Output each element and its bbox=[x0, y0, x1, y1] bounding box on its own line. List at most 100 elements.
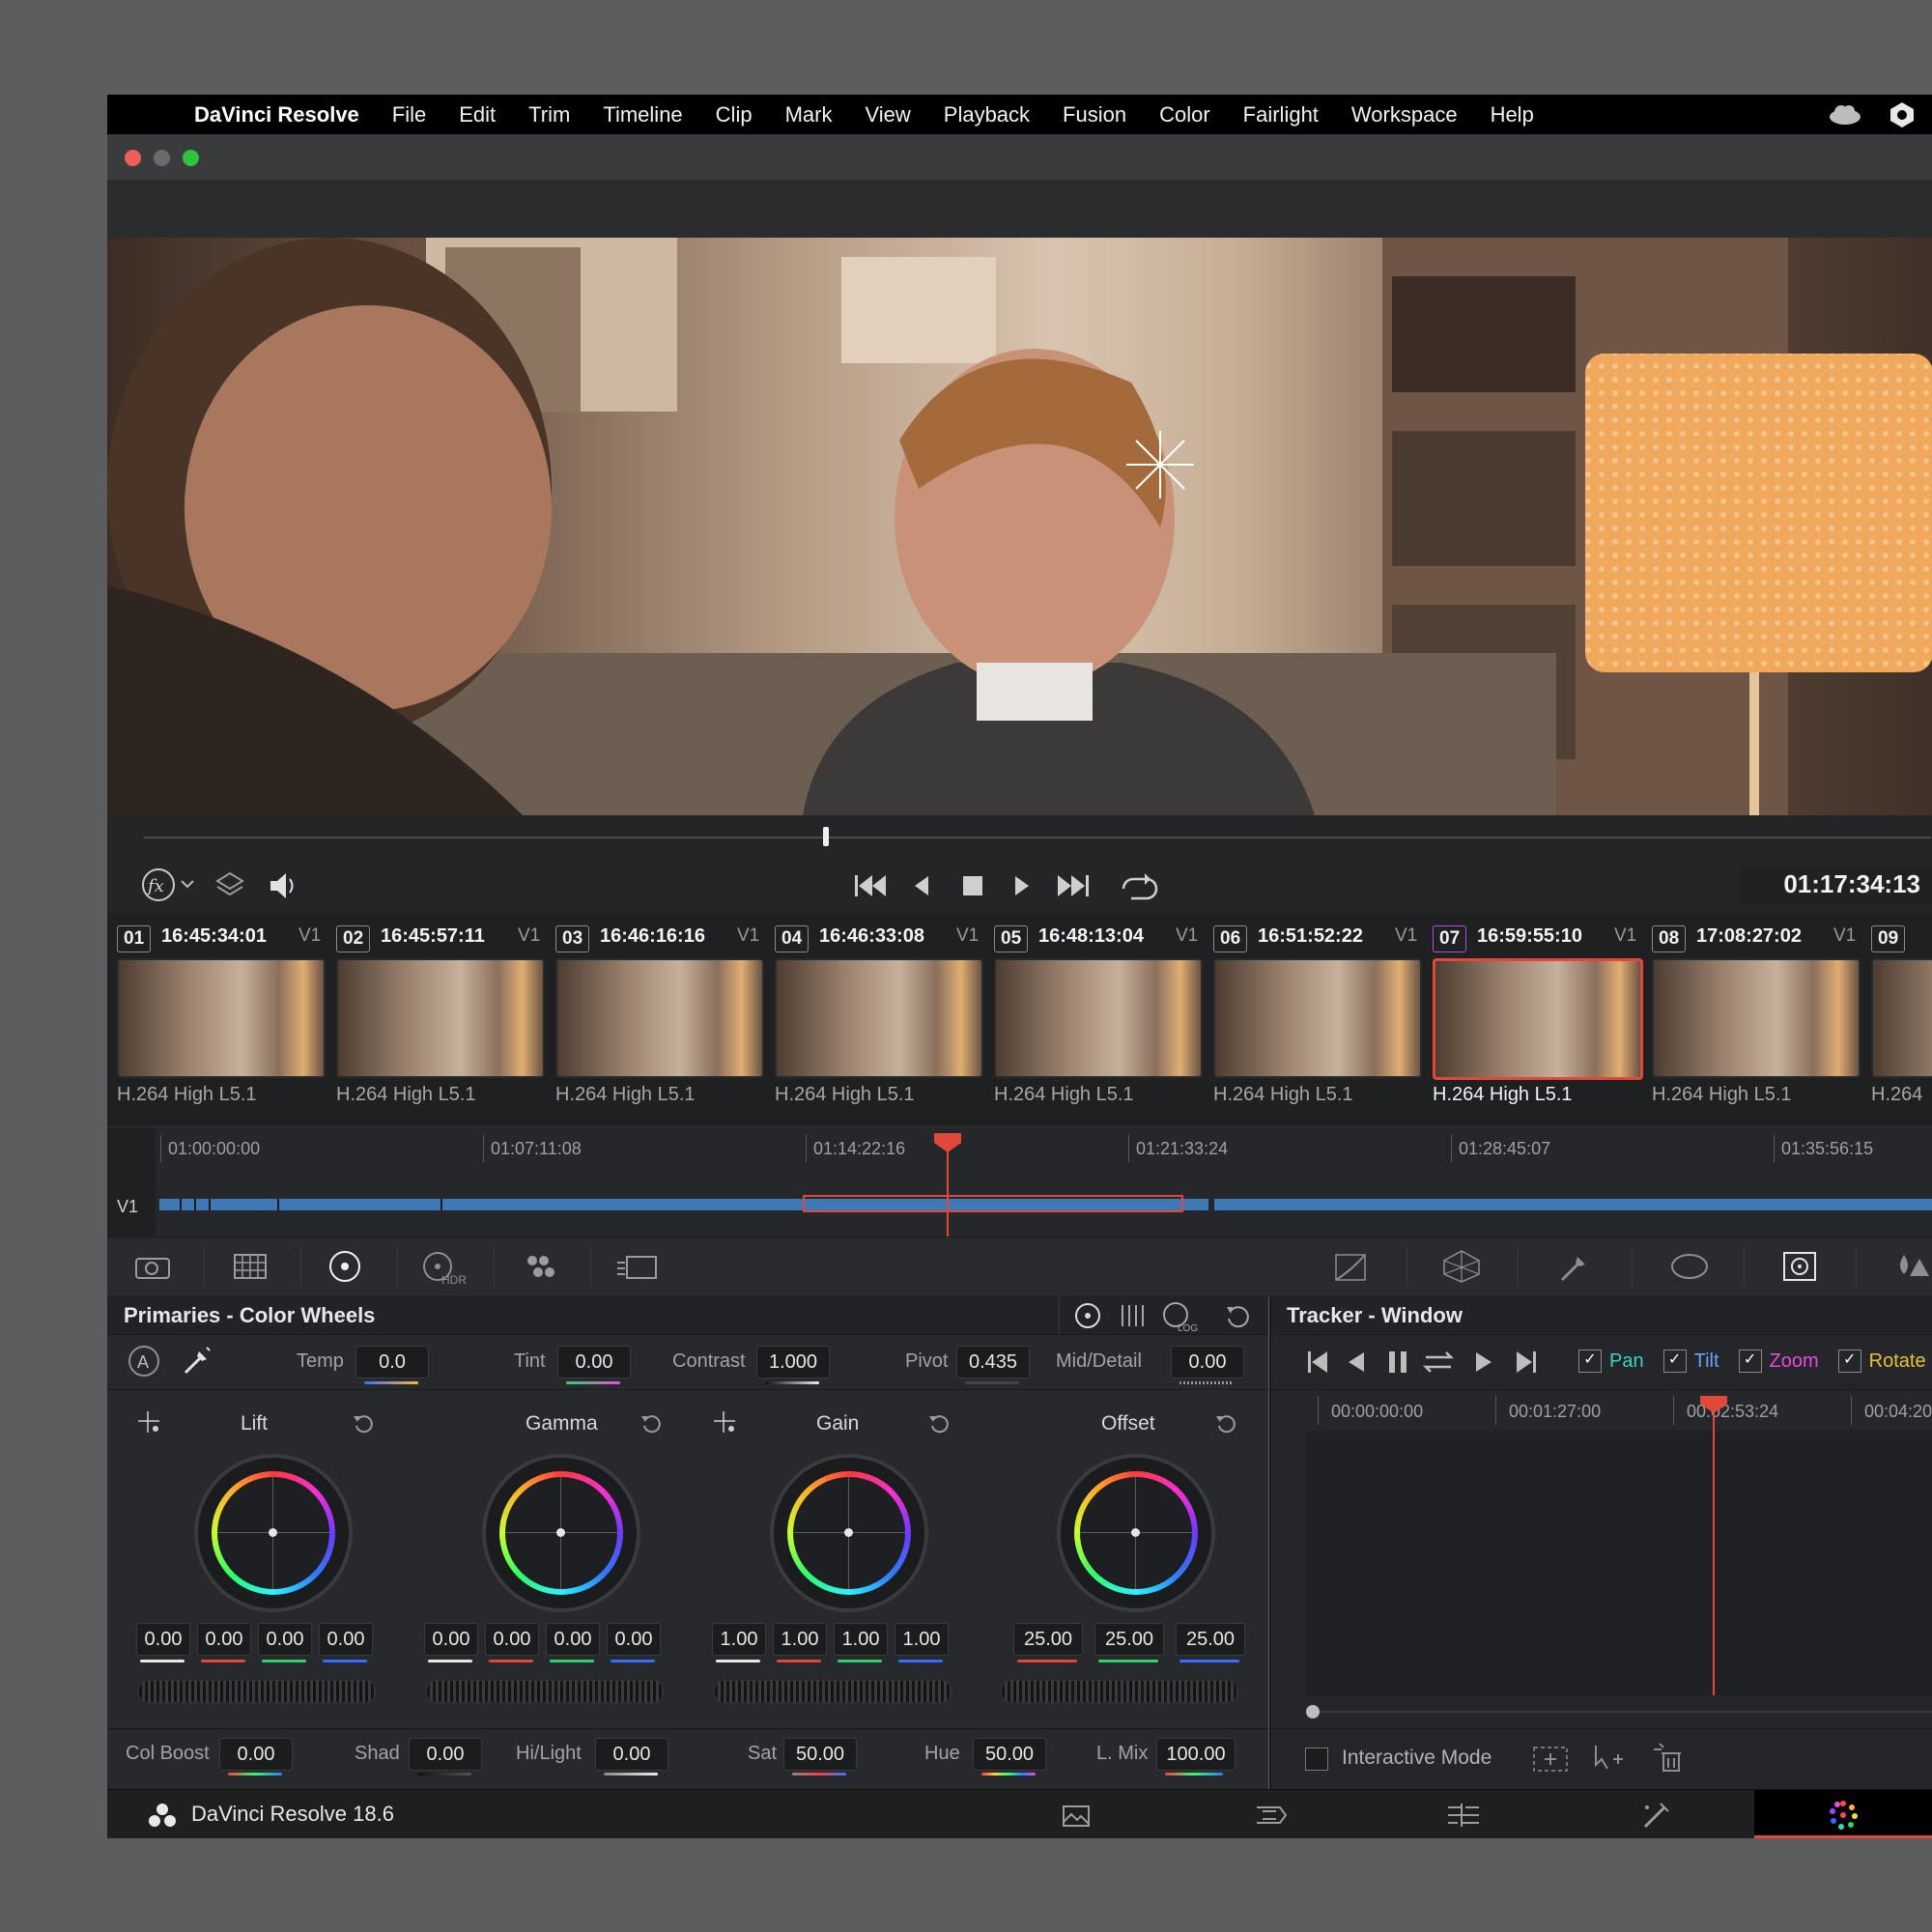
menu-timeline[interactable]: Timeline bbox=[603, 102, 682, 128]
tracker-icon[interactable] bbox=[1780, 1249, 1819, 1284]
middetail-field[interactable]: 0.00 bbox=[1171, 1346, 1244, 1378]
menu-fusion[interactable]: Fusion bbox=[1063, 102, 1126, 128]
gain-value-field[interactable]: 1.00 bbox=[712, 1623, 766, 1656]
wheels-mode-icon[interactable] bbox=[1073, 1301, 1106, 1330]
log-wheels-icon[interactable]: LOG bbox=[1160, 1299, 1199, 1334]
reverse-play-icon[interactable] bbox=[915, 876, 928, 895]
hdr-wheels-icon[interactable]: HDR bbox=[422, 1249, 470, 1287]
gamma-value-field[interactable]: 0.00 bbox=[546, 1623, 600, 1656]
maximize-window-button[interactable] bbox=[183, 150, 199, 166]
gain-color-wheel[interactable] bbox=[774, 1458, 924, 1608]
track-to-start-icon[interactable] bbox=[1308, 1351, 1327, 1373]
menu-color[interactable]: Color bbox=[1159, 102, 1210, 128]
lift-color-wheel[interactable] bbox=[198, 1458, 349, 1608]
auto-balance-button[interactable]: A bbox=[127, 1344, 161, 1378]
stop-icon[interactable] bbox=[963, 876, 982, 895]
gain-picker-icon[interactable] bbox=[712, 1409, 741, 1438]
track-to-end-icon[interactable] bbox=[1517, 1351, 1536, 1373]
offset-reset-icon[interactable] bbox=[1214, 1411, 1239, 1436]
gain-value-field[interactable]: 1.00 bbox=[773, 1623, 827, 1656]
menu-file[interactable]: File bbox=[392, 102, 426, 128]
offset-value-field[interactable]: 25.00 bbox=[1094, 1623, 1164, 1656]
lift-value-field[interactable]: 0.00 bbox=[136, 1623, 190, 1656]
fx-icon[interactable]: fx bbox=[141, 866, 218, 904]
fusion-page-icon[interactable] bbox=[1639, 1800, 1672, 1831]
hilight-field[interactable]: 0.00 bbox=[595, 1738, 668, 1771]
set-point-icon[interactable] bbox=[1590, 1742, 1625, 1775]
track-pause-icon[interactable] bbox=[1389, 1351, 1406, 1373]
clip-thumbnail-image[interactable] bbox=[994, 958, 1203, 1078]
lift-master-wheel[interactable] bbox=[138, 1680, 376, 1703]
menu-help[interactable]: Help bbox=[1491, 102, 1534, 128]
jump-to-end-icon[interactable] bbox=[1058, 875, 1089, 896]
video-viewer[interactable] bbox=[107, 238, 1932, 815]
pan-checkbox[interactable]: ✓ bbox=[1578, 1350, 1602, 1373]
menu-trim[interactable]: Trim bbox=[528, 102, 570, 128]
media-page-icon[interactable] bbox=[1061, 1802, 1092, 1829]
clip-thumbnail-image[interactable] bbox=[1871, 958, 1932, 1078]
rgb-mixer-icon[interactable] bbox=[521, 1251, 559, 1282]
lift-value-field[interactable]: 0.00 bbox=[197, 1623, 251, 1656]
offset-color-wheel[interactable] bbox=[1061, 1458, 1211, 1608]
speaker-icon[interactable] bbox=[267, 869, 299, 902]
clip-thumbnail-image[interactable] bbox=[1433, 958, 1643, 1080]
offset-master-wheel[interactable] bbox=[1001, 1680, 1238, 1703]
layers-icon[interactable] bbox=[213, 869, 246, 902]
gamma-value-field[interactable]: 0.00 bbox=[424, 1623, 478, 1656]
color-match-icon[interactable] bbox=[231, 1251, 270, 1282]
color-warper-icon[interactable] bbox=[1442, 1249, 1481, 1284]
tilt-checkbox[interactable]: ✓ bbox=[1662, 1350, 1687, 1373]
clip-thumbnail-image[interactable] bbox=[1213, 958, 1422, 1078]
tracker-zoom-handle[interactable] bbox=[1306, 1705, 1320, 1719]
delete-points-icon[interactable] bbox=[1650, 1740, 1685, 1775]
window-icon[interactable] bbox=[1668, 1251, 1711, 1282]
contrast-field[interactable]: 1.000 bbox=[756, 1346, 830, 1378]
lift-value-field[interactable]: 0.00 bbox=[258, 1623, 312, 1656]
tracker-crosshair[interactable] bbox=[1126, 431, 1194, 498]
gain-master-wheel[interactable] bbox=[714, 1680, 952, 1703]
offset-value-field[interactable]: 25.00 bbox=[1013, 1623, 1083, 1656]
sat-field[interactable]: 50.00 bbox=[783, 1738, 857, 1771]
motion-effects-icon[interactable] bbox=[617, 1251, 660, 1282]
gamma-reset-icon[interactable] bbox=[639, 1411, 665, 1436]
lift-wheel-puck[interactable] bbox=[269, 1528, 277, 1537]
menu-edit[interactable]: Edit bbox=[459, 102, 496, 128]
tracker-graph[interactable]: 00:00:00:00 00:01:27:00 00:02:53:24 00:04:2… bbox=[1306, 1392, 1932, 1695]
gain-wheel-puck[interactable] bbox=[844, 1528, 853, 1537]
temp-field[interactable]: 0.0 bbox=[355, 1346, 429, 1378]
interactive-mode-checkbox[interactable] bbox=[1305, 1747, 1328, 1771]
menu-fairlight[interactable]: Fairlight bbox=[1243, 102, 1319, 128]
lift-picker-icon[interactable] bbox=[136, 1409, 165, 1438]
color-wheels-icon[interactable] bbox=[327, 1249, 362, 1284]
menu-playback[interactable]: Playback bbox=[944, 102, 1030, 128]
tint-field[interactable]: 0.00 bbox=[557, 1346, 631, 1378]
gamma-wheel-puck[interactable] bbox=[556, 1528, 565, 1537]
camera-raw-icon[interactable] bbox=[132, 1251, 175, 1282]
edit-page-icon[interactable] bbox=[1444, 1802, 1483, 1829]
gamma-value-field[interactable]: 0.00 bbox=[485, 1623, 539, 1656]
tracker-playhead-marker-icon[interactable] bbox=[1700, 1396, 1727, 1413]
clip-thumbnail-image[interactable] bbox=[1652, 958, 1861, 1078]
gain-reset-icon[interactable] bbox=[927, 1411, 952, 1436]
viewer-scrubber[interactable] bbox=[144, 837, 1931, 838]
lift-value-field[interactable]: 0.00 bbox=[319, 1623, 373, 1656]
selected-clip-outline[interactable] bbox=[803, 1195, 1183, 1212]
cut-page-icon[interactable] bbox=[1253, 1802, 1292, 1829]
play-icon[interactable] bbox=[1015, 876, 1029, 895]
gamma-color-wheel[interactable] bbox=[486, 1458, 637, 1608]
mini-timeline[interactable]: V1 01:00:00:00 01:07:11:08 01:14:22:16 01:2… bbox=[107, 1126, 1932, 1237]
color-page-tab[interactable] bbox=[1754, 1790, 1932, 1838]
colboost-field[interactable]: 0.00 bbox=[219, 1738, 293, 1771]
jump-to-start-icon[interactable] bbox=[855, 875, 886, 896]
tracker-zoom-slider[interactable] bbox=[1306, 1711, 1932, 1713]
gain-value-field[interactable]: 1.00 bbox=[834, 1623, 888, 1656]
hue-field[interactable]: 50.00 bbox=[973, 1738, 1046, 1771]
menu-workspace[interactable]: Workspace bbox=[1351, 102, 1458, 128]
clip-thumbnail-image[interactable] bbox=[117, 958, 326, 1078]
menu-mark[interactable]: Mark bbox=[785, 102, 833, 128]
insert-features-icon[interactable] bbox=[1530, 1742, 1571, 1775]
clip-thumbnail-image[interactable] bbox=[555, 958, 764, 1078]
menu-view[interactable]: View bbox=[865, 102, 910, 128]
minimize-window-button[interactable] bbox=[154, 150, 170, 166]
zoom-checkbox[interactable]: ✓ bbox=[1738, 1350, 1762, 1373]
